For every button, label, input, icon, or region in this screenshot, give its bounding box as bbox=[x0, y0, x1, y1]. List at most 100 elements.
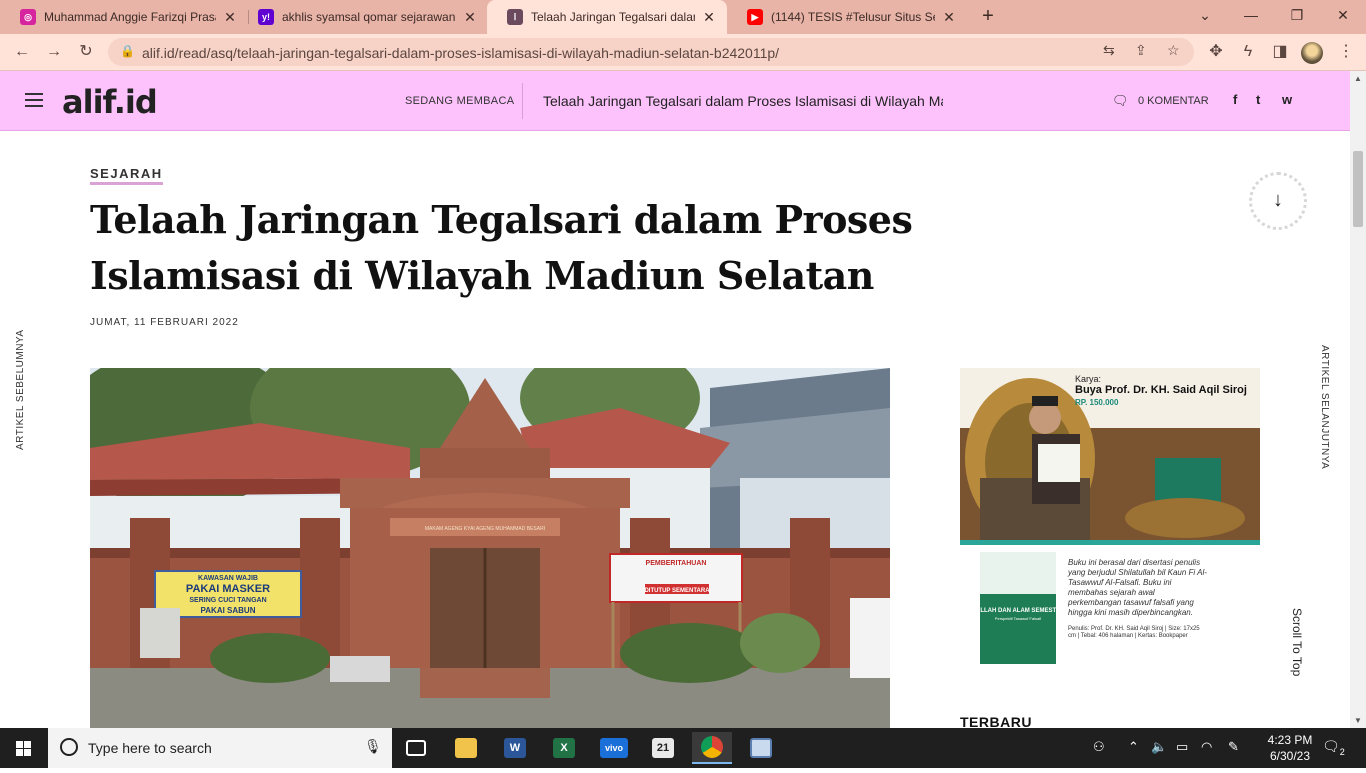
tab-youtube[interactable]: ▶ (1144) TESIS #Telusur Situs Sejara ✕ bbox=[727, 0, 967, 34]
now-reading-title[interactable]: Telaah Jaringan Tegalsari dalam Proses I… bbox=[543, 93, 943, 109]
remote-desktop-icon[interactable] bbox=[741, 732, 781, 764]
tomb-gate-photo: KAWASAN WAJIB PAKAI MASKER SERING CUCI T… bbox=[90, 368, 890, 728]
whatsapp-icon[interactable]: w bbox=[1282, 92, 1292, 107]
lock-icon[interactable]: 🔒 bbox=[120, 44, 135, 58]
now-reading-label: SEDANG MEMBACA bbox=[405, 95, 515, 107]
masker-sign-line-3: SERING CUCI TANGAN bbox=[189, 597, 266, 604]
vivo-icon[interactable]: vivo bbox=[594, 732, 634, 764]
translate-icon[interactable]: ⇆ bbox=[1103, 42, 1115, 59]
tab-yahoo[interactable]: y! akhlis syamsal qomar sejarawan ✕ bbox=[238, 0, 488, 34]
menu-kebab-icon[interactable]: ⋮ bbox=[1333, 40, 1359, 64]
task-view-icon[interactable] bbox=[396, 732, 436, 764]
masker-sign-line-4: PAKAI SABUN bbox=[201, 606, 256, 615]
start-button[interactable] bbox=[0, 728, 48, 768]
minimize-button[interactable]: — bbox=[1228, 0, 1274, 30]
scroll-to-top-link[interactable]: Scroll To Top bbox=[1288, 608, 1308, 688]
clock-date: 6/30/23 bbox=[1269, 749, 1311, 763]
tab-title: (1144) TESIS #Telusur Situs Sejara bbox=[771, 10, 935, 24]
alif-icon: ا bbox=[507, 9, 523, 25]
gate-plaque-text: MAKAM AGENG KYAI AGENG MUHAMMAD BESARI bbox=[425, 526, 545, 532]
back-arrow-icon[interactable]: ← bbox=[9, 40, 35, 64]
scroll-down-icon[interactable]: ↓ bbox=[1249, 172, 1307, 230]
book-advertisement[interactable]: ALLAH DAN ALAM SEMESTA Perspektif Tasawu… bbox=[960, 368, 1260, 670]
hamburger-menu-icon[interactable] bbox=[25, 93, 43, 107]
book-cover-subtitle: Perspektif Tasawuf Falsafi bbox=[995, 616, 1042, 621]
scroll-to-top-label[interactable]: Scroll To Top bbox=[1290, 608, 1304, 676]
share-icon[interactable]: ⇪ bbox=[1135, 42, 1147, 59]
ad-book-meta: Penulis: Prof. Dr. KH. Said Aqil Siroj |… bbox=[1068, 626, 1200, 639]
scroll-up-arrow-icon[interactable]: ▲ bbox=[1354, 74, 1362, 83]
tab-alif-active[interactable]: ا Telaah Jaringan Tegalsari dalam P ✕ bbox=[487, 0, 727, 34]
book-cover-title: ALLAH DAN ALAM SEMESTA bbox=[976, 608, 1061, 614]
reload-icon[interactable]: ↻ bbox=[73, 40, 99, 64]
browser-tab-strip: ◎ Muhammad Anggie Farizqi Prasa ✕ y! akh… bbox=[0, 0, 1366, 34]
next-article-link[interactable]: ARTIKEL SELANJUTNYA bbox=[1318, 345, 1338, 469]
extensions-puzzle-icon[interactable]: ✥ bbox=[1203, 40, 1229, 64]
people-icon[interactable]: ⚇ bbox=[1093, 739, 1105, 755]
notification-count: 2 bbox=[1339, 746, 1345, 757]
scroll-down-arrow-icon[interactable]: ▼ bbox=[1354, 716, 1362, 725]
taskbar-search[interactable]: Type here to search 🎙 bbox=[48, 728, 392, 768]
close-tab-icon[interactable]: ✕ bbox=[222, 9, 238, 26]
notice-sign-line-2: DITUTUP SEMENTARA bbox=[644, 588, 710, 594]
tab-search-chevron-icon[interactable]: ⌄ bbox=[1182, 0, 1228, 30]
wifi-icon[interactable]: ◠ bbox=[1201, 739, 1212, 755]
windows-taskbar: Type here to search 🎙 W X vivo 21 ⚇ ⌃ 🔈 … bbox=[0, 728, 1366, 768]
close-tab-icon[interactable]: ✕ bbox=[941, 9, 957, 26]
scrollbar-thumb[interactable] bbox=[1353, 151, 1363, 227]
file-explorer-icon[interactable] bbox=[446, 732, 486, 764]
close-tab-icon[interactable]: ✕ bbox=[701, 9, 717, 26]
book-ad-artwork: ALLAH DAN ALAM SEMESTA Perspektif Tasawu… bbox=[960, 368, 1260, 670]
forward-arrow-icon[interactable]: → bbox=[41, 40, 67, 64]
masker-sign-line-2: PAKAI MASKER bbox=[186, 583, 270, 595]
ad-karya-label: Karya: bbox=[1075, 374, 1102, 384]
tab-title: Telaah Jaringan Tegalsari dalam P bbox=[531, 10, 695, 24]
search-icon bbox=[60, 738, 78, 756]
page-scrollbar[interactable]: ▲ ▼ bbox=[1350, 71, 1366, 728]
clock-time: 4:23 PM bbox=[1267, 733, 1313, 747]
yahoo-icon: y! bbox=[258, 9, 274, 25]
previous-article-label[interactable]: ARTIKEL SEBELUMNYA bbox=[15, 329, 26, 450]
excel-icon[interactable]: X bbox=[544, 732, 584, 764]
side-panel-icon[interactable]: ◨ bbox=[1267, 40, 1293, 64]
search-placeholder[interactable]: Type here to search bbox=[88, 740, 212, 756]
pen-icon[interactable]: ✎ bbox=[1228, 739, 1239, 755]
article-hero-image: KAWASAN WAJIB PAKAI MASKER SERING CUCI T… bbox=[90, 368, 890, 728]
article-category[interactable]: SEJARAH bbox=[90, 166, 163, 185]
close-tab-icon[interactable]: ✕ bbox=[462, 9, 478, 26]
ad-price: RP. 150.000 bbox=[1075, 398, 1119, 407]
url-text[interactable]: alif.id/read/asq/telaah-jaringan-tegalsa… bbox=[142, 45, 779, 61]
header-divider bbox=[522, 83, 523, 119]
comment-count[interactable]: 0 KOMENTAR bbox=[1138, 95, 1209, 107]
battery-icon[interactable]: ▭ bbox=[1176, 739, 1188, 755]
address-bar[interactable]: 🔒 alif.id/read/asq/telaah-jaringan-tegal… bbox=[108, 38, 1194, 66]
bookmark-star-icon[interactable]: ☆ bbox=[1167, 42, 1180, 59]
tab-instagram[interactable]: ◎ Muhammad Anggie Farizqi Prasa ✕ bbox=[0, 0, 248, 34]
chrome-icon[interactable] bbox=[692, 732, 732, 764]
microphone-icon[interactable]: 🎙 bbox=[364, 738, 382, 755]
new-tab-button[interactable]: + bbox=[976, 4, 1000, 28]
performance-icon[interactable]: ϟ bbox=[1235, 40, 1261, 64]
facebook-icon[interactable]: f bbox=[1233, 92, 1237, 107]
previous-article-link[interactable]: ARTIKEL SEBELUMNYA bbox=[15, 329, 35, 460]
system-clock[interactable]: 4:23 PM 6/30/23 bbox=[1262, 732, 1318, 764]
notification-center-icon[interactable]: 🗨2 bbox=[1322, 738, 1345, 757]
site-header: alif.id SEDANG MEMBACA Telaah Jaringan T… bbox=[0, 71, 1350, 131]
restore-button[interactable]: ❐ bbox=[1274, 0, 1320, 30]
windows-logo-icon bbox=[16, 741, 31, 756]
profile-avatar[interactable] bbox=[1301, 42, 1323, 64]
close-window-button[interactable]: ✕ bbox=[1320, 0, 1366, 30]
next-article-label[interactable]: ARTIKEL SELANJUTNYA bbox=[1319, 345, 1330, 469]
twitter-icon[interactable]: t bbox=[1256, 92, 1260, 107]
ad-author: Buya Prof. Dr. KH. Said Aqil Siroj bbox=[1075, 384, 1247, 396]
article-date: JUMAT, 11 FEBRUARI 2022 bbox=[90, 317, 239, 328]
speaker-icon[interactable]: 🔈 bbox=[1151, 739, 1167, 755]
article-title: Telaah Jaringan Tegalsari dalam Proses I… bbox=[90, 197, 913, 298]
site-logo[interactable]: alif.id bbox=[62, 83, 158, 121]
word-icon[interactable]: W bbox=[495, 732, 535, 764]
tray-expand-icon[interactable]: ⌃ bbox=[1128, 739, 1139, 755]
tab-title: akhlis syamsal qomar sejarawan bbox=[282, 10, 456, 24]
calendar-app-icon[interactable]: 21 bbox=[643, 732, 683, 764]
comment-icon[interactable]: 🗨 bbox=[1112, 93, 1129, 109]
notice-sign-line-1: PEMBERITAHUAN bbox=[646, 560, 707, 567]
